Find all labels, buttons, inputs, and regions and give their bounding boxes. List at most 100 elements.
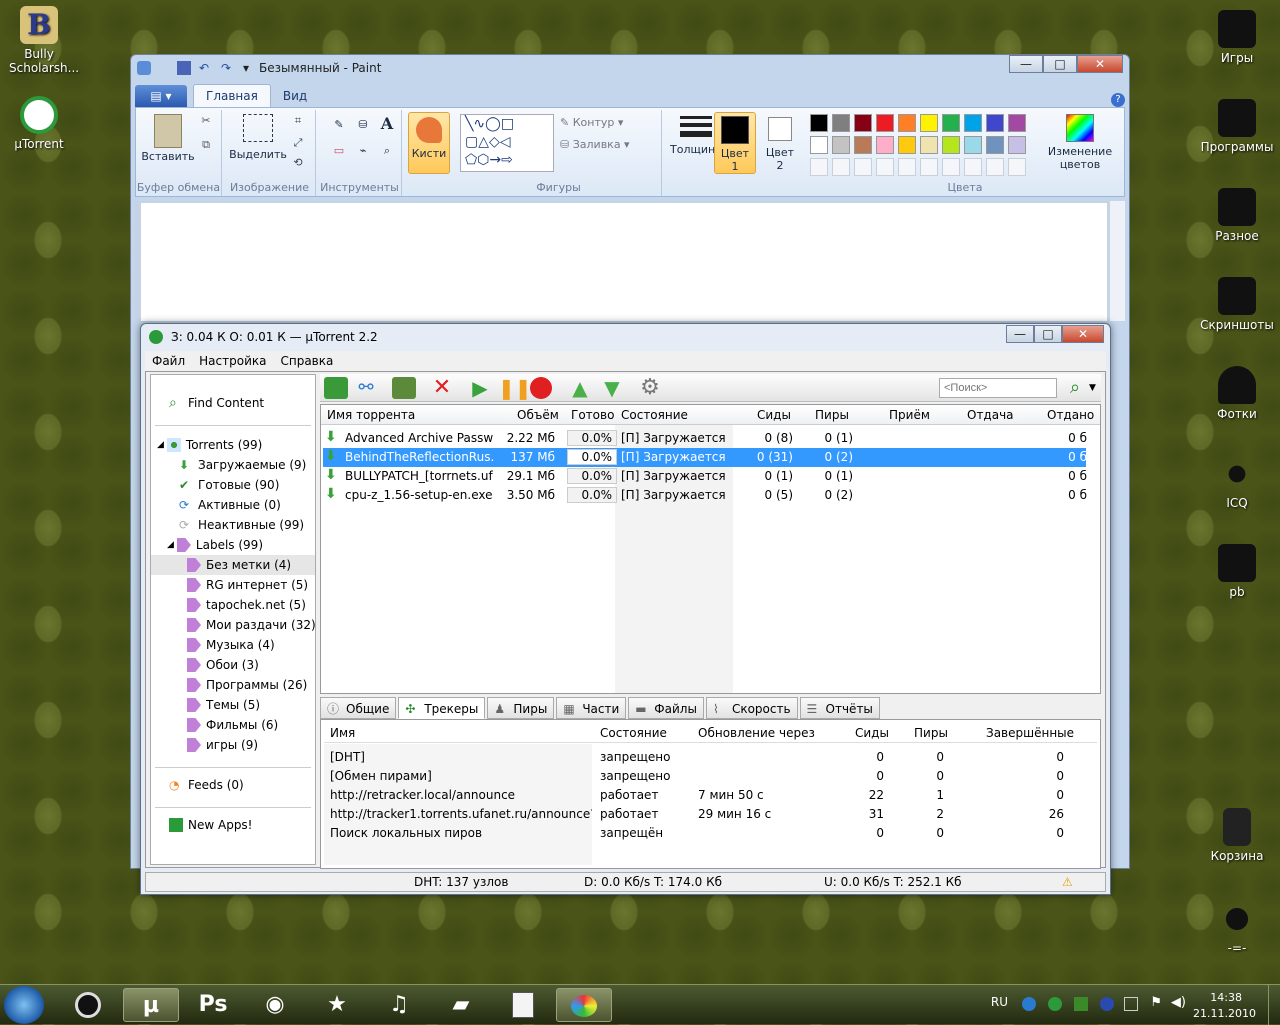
color-swatch[interactable] [920,114,938,132]
search-input[interactable] [939,378,1057,398]
settings-button[interactable]: ⚙ [638,377,662,399]
sidebar-label-item[interactable]: Обои (3) [151,655,315,675]
empty-color-swatch[interactable] [898,158,916,176]
add-url-button[interactable]: ⚯ [354,377,378,399]
desktop-icon-pb[interactable]: pb [1198,544,1276,599]
menu-settings[interactable]: Настройка [192,354,273,368]
fill-button[interactable]: ⛁ Заливка ▾ [560,138,650,151]
taskbar-app-star[interactable]: ★ [309,988,365,1022]
color-swatch[interactable] [920,136,938,154]
sidebar-label-item[interactable]: Мои раздачи (32) [151,615,316,635]
column-seeds[interactable]: Сиды [757,408,791,422]
color-swatch[interactable] [942,114,960,132]
tracker-column-completed[interactable]: Завершённые [986,726,1074,740]
color1-button[interactable]: Цвет 1 [714,112,756,174]
tray-volume-icon[interactable]: ◀) [1171,995,1186,1010]
sidebar-label-item[interactable]: Программы (26) [151,675,315,695]
qat-redo-icon[interactable]: ↷ [221,61,235,75]
shapes-gallery[interactable]: ╲∿◯□ ▢△◇◁ ⬠⬡→⇨ [460,114,554,172]
color-swatch[interactable] [810,136,828,154]
color-swatch[interactable] [942,136,960,154]
color-swatch[interactable] [898,114,916,132]
close-button[interactable]: ✕ [1077,55,1123,73]
empty-color-swatch[interactable] [920,158,938,176]
copy-icon[interactable]: ⧉ [198,138,214,152]
color-swatch[interactable] [832,136,850,154]
start-button[interactable] [4,986,44,1024]
show-desktop-button[interactable] [1268,985,1280,1025]
taskbar-photoshop[interactable]: Ps [185,988,241,1022]
sidebar-label-item[interactable]: Музыка (4) [151,635,315,655]
tray-flash-icon[interactable] [1022,997,1036,1011]
sidebar-label-item[interactable]: Темы (5) [151,695,315,715]
qat-save-icon[interactable] [177,61,191,75]
desktop-icon-radiation[interactable]: -=- [1198,900,1276,955]
taskbar-music[interactable]: ♫ [371,988,427,1022]
color-swatch[interactable] [854,114,872,132]
sidebar-feeds[interactable]: ◔ Feeds (0) [169,775,315,795]
tracker-column-name[interactable]: Имя [330,726,355,740]
clock-date[interactable]: 21.11.2010 [1193,1007,1256,1020]
qat-undo-icon[interactable]: ↶ [199,61,213,75]
tab-info[interactable]: ⓘ Общие [320,697,397,719]
magnifier-icon[interactable]: ⌕ [378,144,396,158]
paint-menu-button[interactable]: ▤ ▾ [135,85,187,107]
sidebar-label-item[interactable]: RG интернет (5) [151,575,315,595]
color-swatch[interactable] [876,114,894,132]
tab-view[interactable]: Вид [271,85,319,107]
move-down-button[interactable]: ▼ [600,377,624,399]
tray-flag-icon[interactable]: ⚑ [1150,995,1162,1010]
minimize-button[interactable]: — [1009,55,1043,73]
maximize-button[interactable]: □ [1034,325,1062,343]
menu-help[interactable]: Справка [273,354,340,368]
tracker-row[interactable]: [DHT] запрещено 0 0 0 [324,747,1097,766]
stop-button[interactable] [530,377,552,399]
qat-dropdown-icon[interactable]: ▾ [243,61,249,75]
tab-pieces[interactable]: ▦ Части [556,697,627,719]
empty-color-swatch[interactable] [942,158,960,176]
create-torrent-button[interactable] [392,377,416,399]
empty-color-swatch[interactable] [964,158,982,176]
warning-icon[interactable]: ⚠ [1062,875,1073,889]
rotate-icon[interactable]: ⟲ [290,156,306,169]
tracker-column-seeds[interactable]: Сиды [855,726,889,740]
color-swatch[interactable] [1008,114,1026,132]
empty-color-swatch[interactable] [876,158,894,176]
color-swatch[interactable] [964,136,982,154]
tray-network-icon[interactable] [1124,997,1138,1011]
language-indicator[interactable]: RU [991,995,1008,1009]
pencil-icon[interactable]: ✎ [330,118,348,131]
table-row[interactable]: ⬇ Advanced Archive Passwo... 2.22 Мб 0.0% [П… [323,429,1087,448]
tab-speed[interactable]: ⌇ Скорость [705,697,798,719]
vertical-scrollbar[interactable] [1109,201,1125,321]
empty-color-swatch[interactable] [986,158,1004,176]
column-status[interactable]: Состояние [621,408,688,422]
sidebar-item-completed[interactable]: ✔ Готовые (90) [179,475,315,495]
sidebar-item-active[interactable]: ⟳ Активные (0) [179,495,315,515]
crop-icon[interactable]: ⌗ [290,114,306,128]
table-row[interactable]: ⬇ BULLYPATCH_[torrnets.uf... 29.1 Мб 0.0% [П… [323,467,1087,486]
cut-icon[interactable]: ✂ [198,114,214,127]
sidebar-new-apps[interactable]: New Apps! [169,815,315,835]
empty-color-swatch[interactable] [854,158,872,176]
brushes-button[interactable]: Кисти [408,112,450,174]
sidebar-find-content[interactable]: ⌕ Find Content [169,393,315,413]
utorrent-window[interactable]: З: 0.04 К О: 0.01 К — µTorrent 2.2 — □ ✕ Ф… [140,323,1111,895]
taskbar-utorrent[interactable]: µ [123,988,179,1022]
taskbar-app-stripes[interactable]: ▰ [433,988,489,1022]
column-down-speed[interactable]: Приём [889,408,930,422]
search-dropdown[interactable]: ▼ [1089,377,1101,399]
tracker-row[interactable]: http://tracker1.torrents.ufanet.ru/annou… [324,804,1097,823]
tracker-row[interactable]: http://retracker.local/announce работает 7… [324,785,1097,804]
column-size[interactable]: Объём [517,408,559,422]
search-button[interactable]: ⌕ [1063,377,1087,399]
tab-files[interactable]: ▬ Файлы [628,697,704,719]
empty-color-swatch[interactable] [1008,158,1026,176]
color-swatch[interactable] [832,114,850,132]
tray-utorrent-icon[interactable] [1048,997,1062,1011]
empty-color-swatch[interactable] [832,158,850,176]
tray-app-icon[interactable] [1100,997,1114,1011]
desktop-icon-games[interactable]: Игры [1198,10,1276,65]
outline-button[interactable]: ✎ Контур ▾ [560,116,650,129]
menu-file[interactable]: Файл [145,354,192,368]
